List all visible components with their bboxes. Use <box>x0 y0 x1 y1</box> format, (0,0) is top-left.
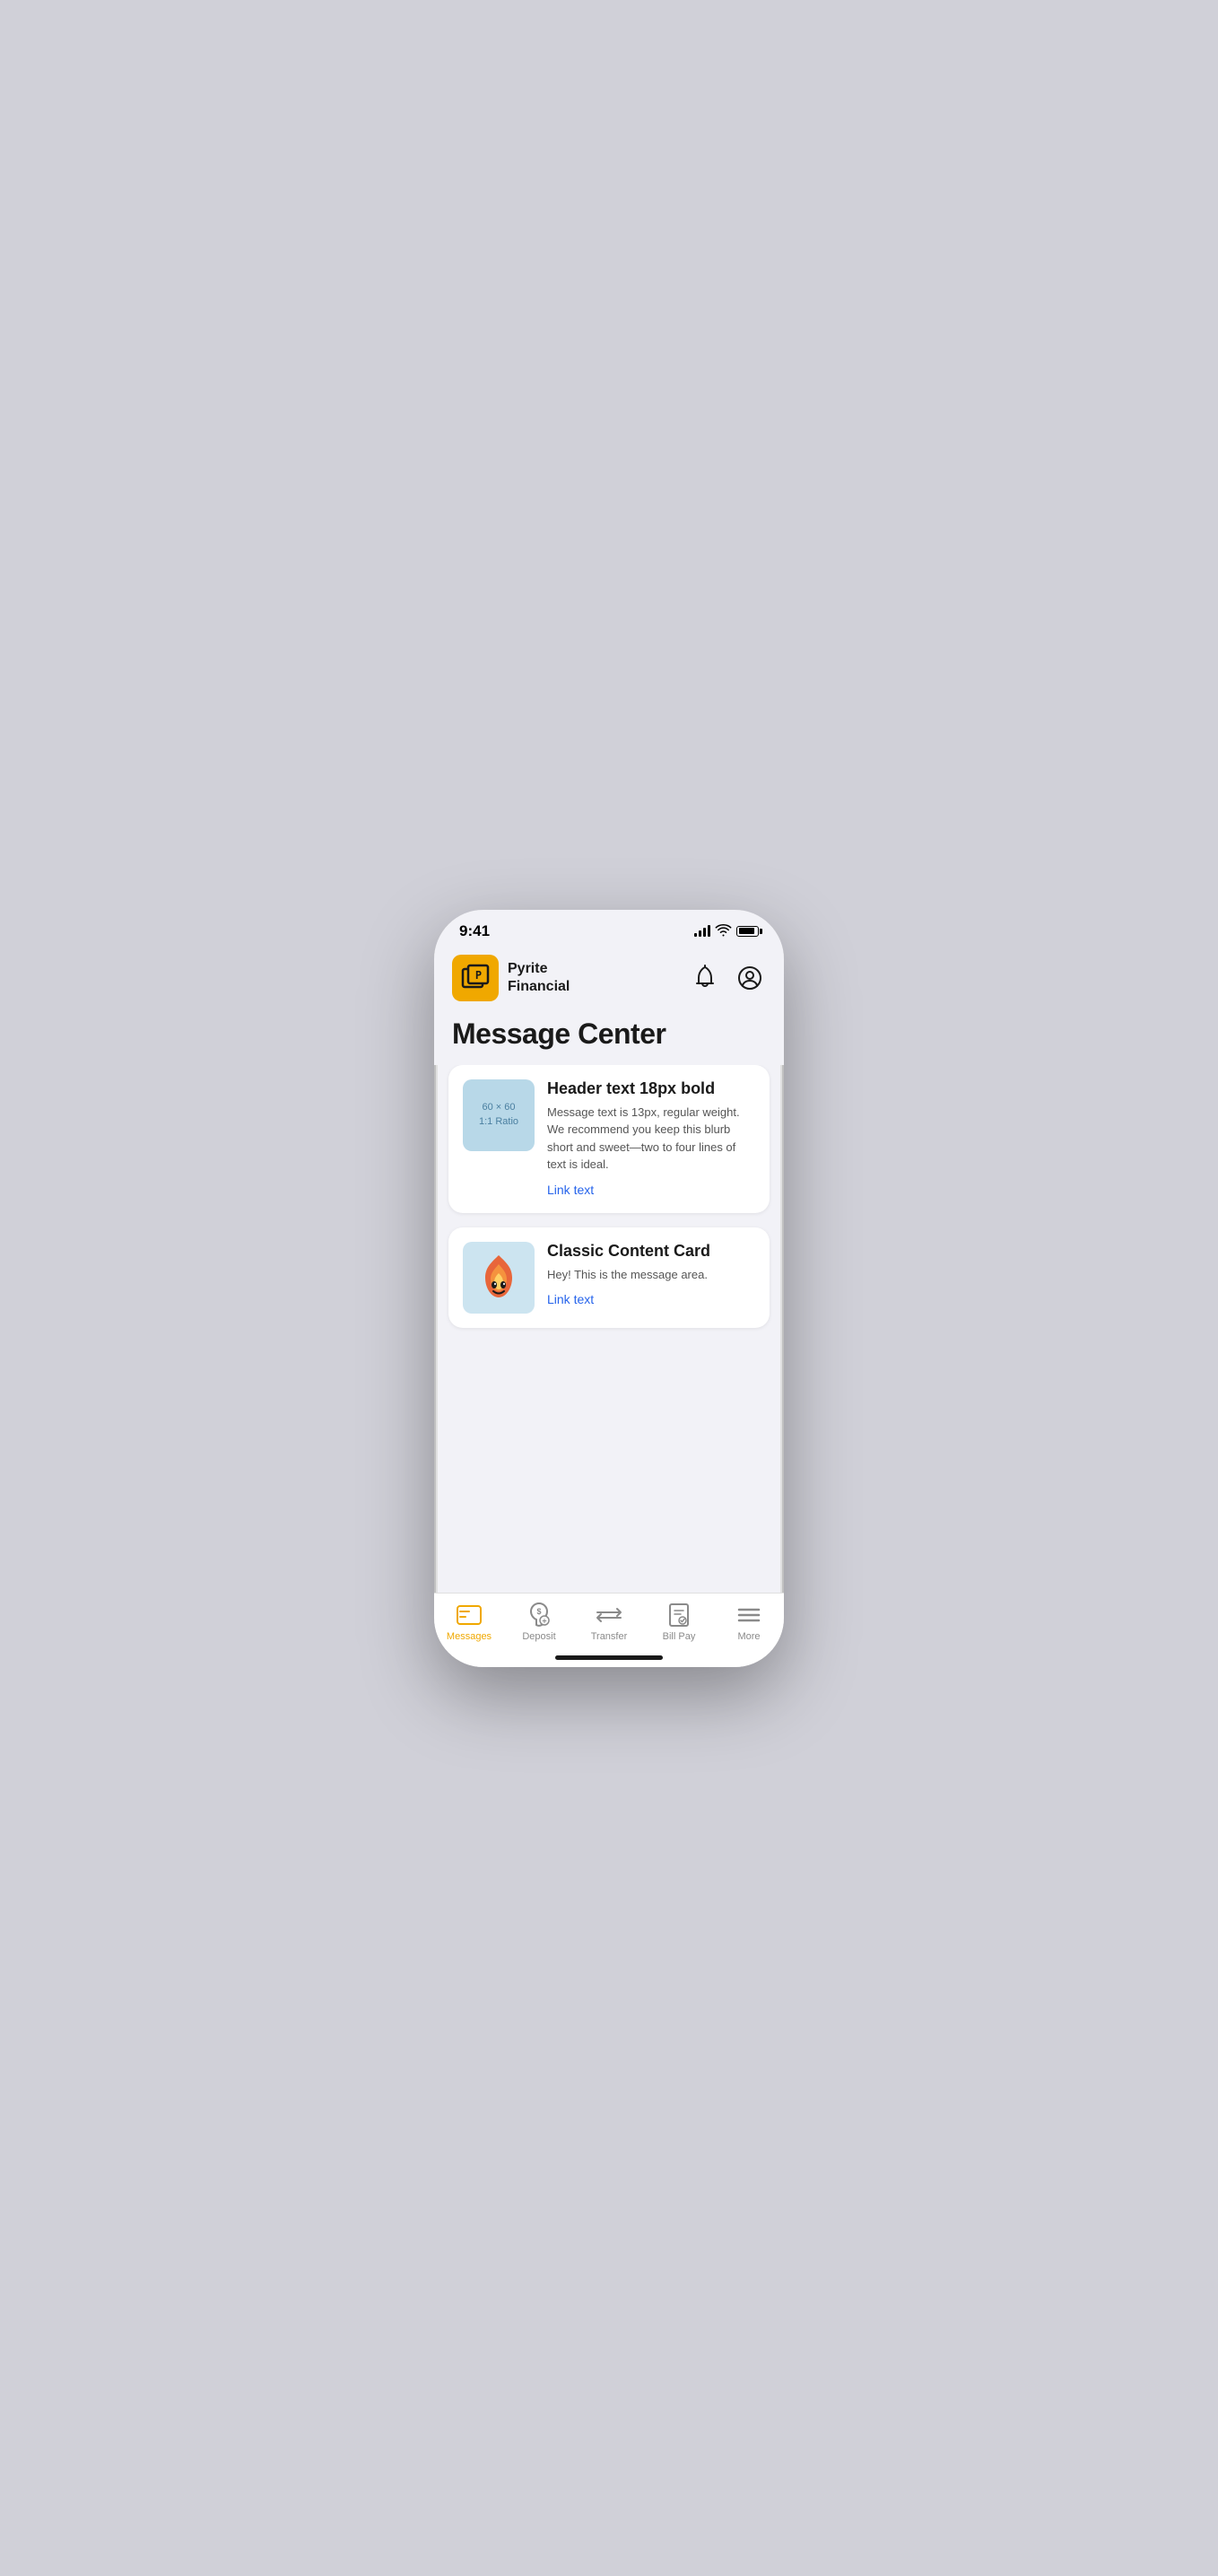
home-indicator <box>555 1655 663 1660</box>
deposit-nav-icon: $ + <box>526 1602 552 1628</box>
content-card-2: Classic Content Card Hey! This is the me… <box>448 1227 770 1328</box>
phone-frame: 9:41 <box>434 910 784 1667</box>
user-icon <box>737 965 762 991</box>
card-1-link[interactable]: Link text <box>547 1183 594 1197</box>
card-2-title: Classic Content Card <box>547 1242 755 1261</box>
card-1-title: Header text 18px bold <box>547 1079 755 1098</box>
card-2-message: Hey! This is the message area. <box>547 1266 755 1284</box>
nav-item-deposit[interactable]: $ + Deposit <box>512 1602 566 1642</box>
header-icons <box>689 962 766 994</box>
messages-nav-icon <box>457 1602 482 1628</box>
card-1-image: 60 × 60 1:1 Ratio <box>463 1079 535 1151</box>
profile-button[interactable] <box>734 962 766 994</box>
bell-icon <box>693 965 717 991</box>
more-nav-icon <box>736 1602 761 1628</box>
brand-logo: P <box>452 955 499 1001</box>
status-time: 9:41 <box>459 922 490 940</box>
brand-name: Pyrite Financial <box>508 960 570 994</box>
status-icons <box>694 925 759 937</box>
nav-item-more[interactable]: More <box>722 1602 776 1642</box>
messages-nav-label: Messages <box>447 1631 492 1642</box>
notification-button[interactable] <box>689 962 721 994</box>
logo-icon: P <box>461 964 490 992</box>
more-nav-label: More <box>737 1631 760 1642</box>
card-1-body: Header text 18px bold Message text is 13… <box>547 1079 755 1199</box>
svg-text:+: + <box>542 1616 546 1625</box>
billpay-nav-label: Bill Pay <box>663 1631 696 1642</box>
app-header: P Pyrite Financial <box>434 946 784 1010</box>
page-title-area: Message Center <box>434 1010 784 1065</box>
card-2-image <box>463 1242 535 1314</box>
page-title: Message Center <box>452 1017 766 1051</box>
card-2-body: Classic Content Card Hey! This is the me… <box>547 1242 755 1309</box>
content-card-1: 60 × 60 1:1 Ratio Header text 18px bold … <box>448 1065 770 1213</box>
wifi-icon <box>716 925 731 937</box>
transfer-nav-icon <box>596 1602 622 1628</box>
card-1-message: Message text is 13px, regular weight. We… <box>547 1104 755 1174</box>
billpay-nav-icon <box>666 1602 692 1628</box>
battery-icon <box>736 926 759 937</box>
nav-item-transfer[interactable]: Transfer <box>582 1602 636 1642</box>
nav-item-billpay[interactable]: Bill Pay <box>652 1602 706 1642</box>
svg-text:$: $ <box>536 1607 541 1616</box>
status-bar: 9:41 <box>434 910 784 946</box>
deposit-nav-label: Deposit <box>522 1631 555 1642</box>
card-2-link[interactable]: Link text <box>547 1292 594 1306</box>
nav-item-messages[interactable]: Messages <box>442 1602 496 1642</box>
signal-icon <box>694 926 710 937</box>
logo-area: P Pyrite Financial <box>452 955 570 1001</box>
svg-text:P: P <box>475 969 482 982</box>
fire-mascot-icon <box>476 1251 521 1305</box>
transfer-nav-label: Transfer <box>591 1631 628 1642</box>
content-area: 60 × 60 1:1 Ratio Header text 18px bold … <box>434 1065 784 1571</box>
